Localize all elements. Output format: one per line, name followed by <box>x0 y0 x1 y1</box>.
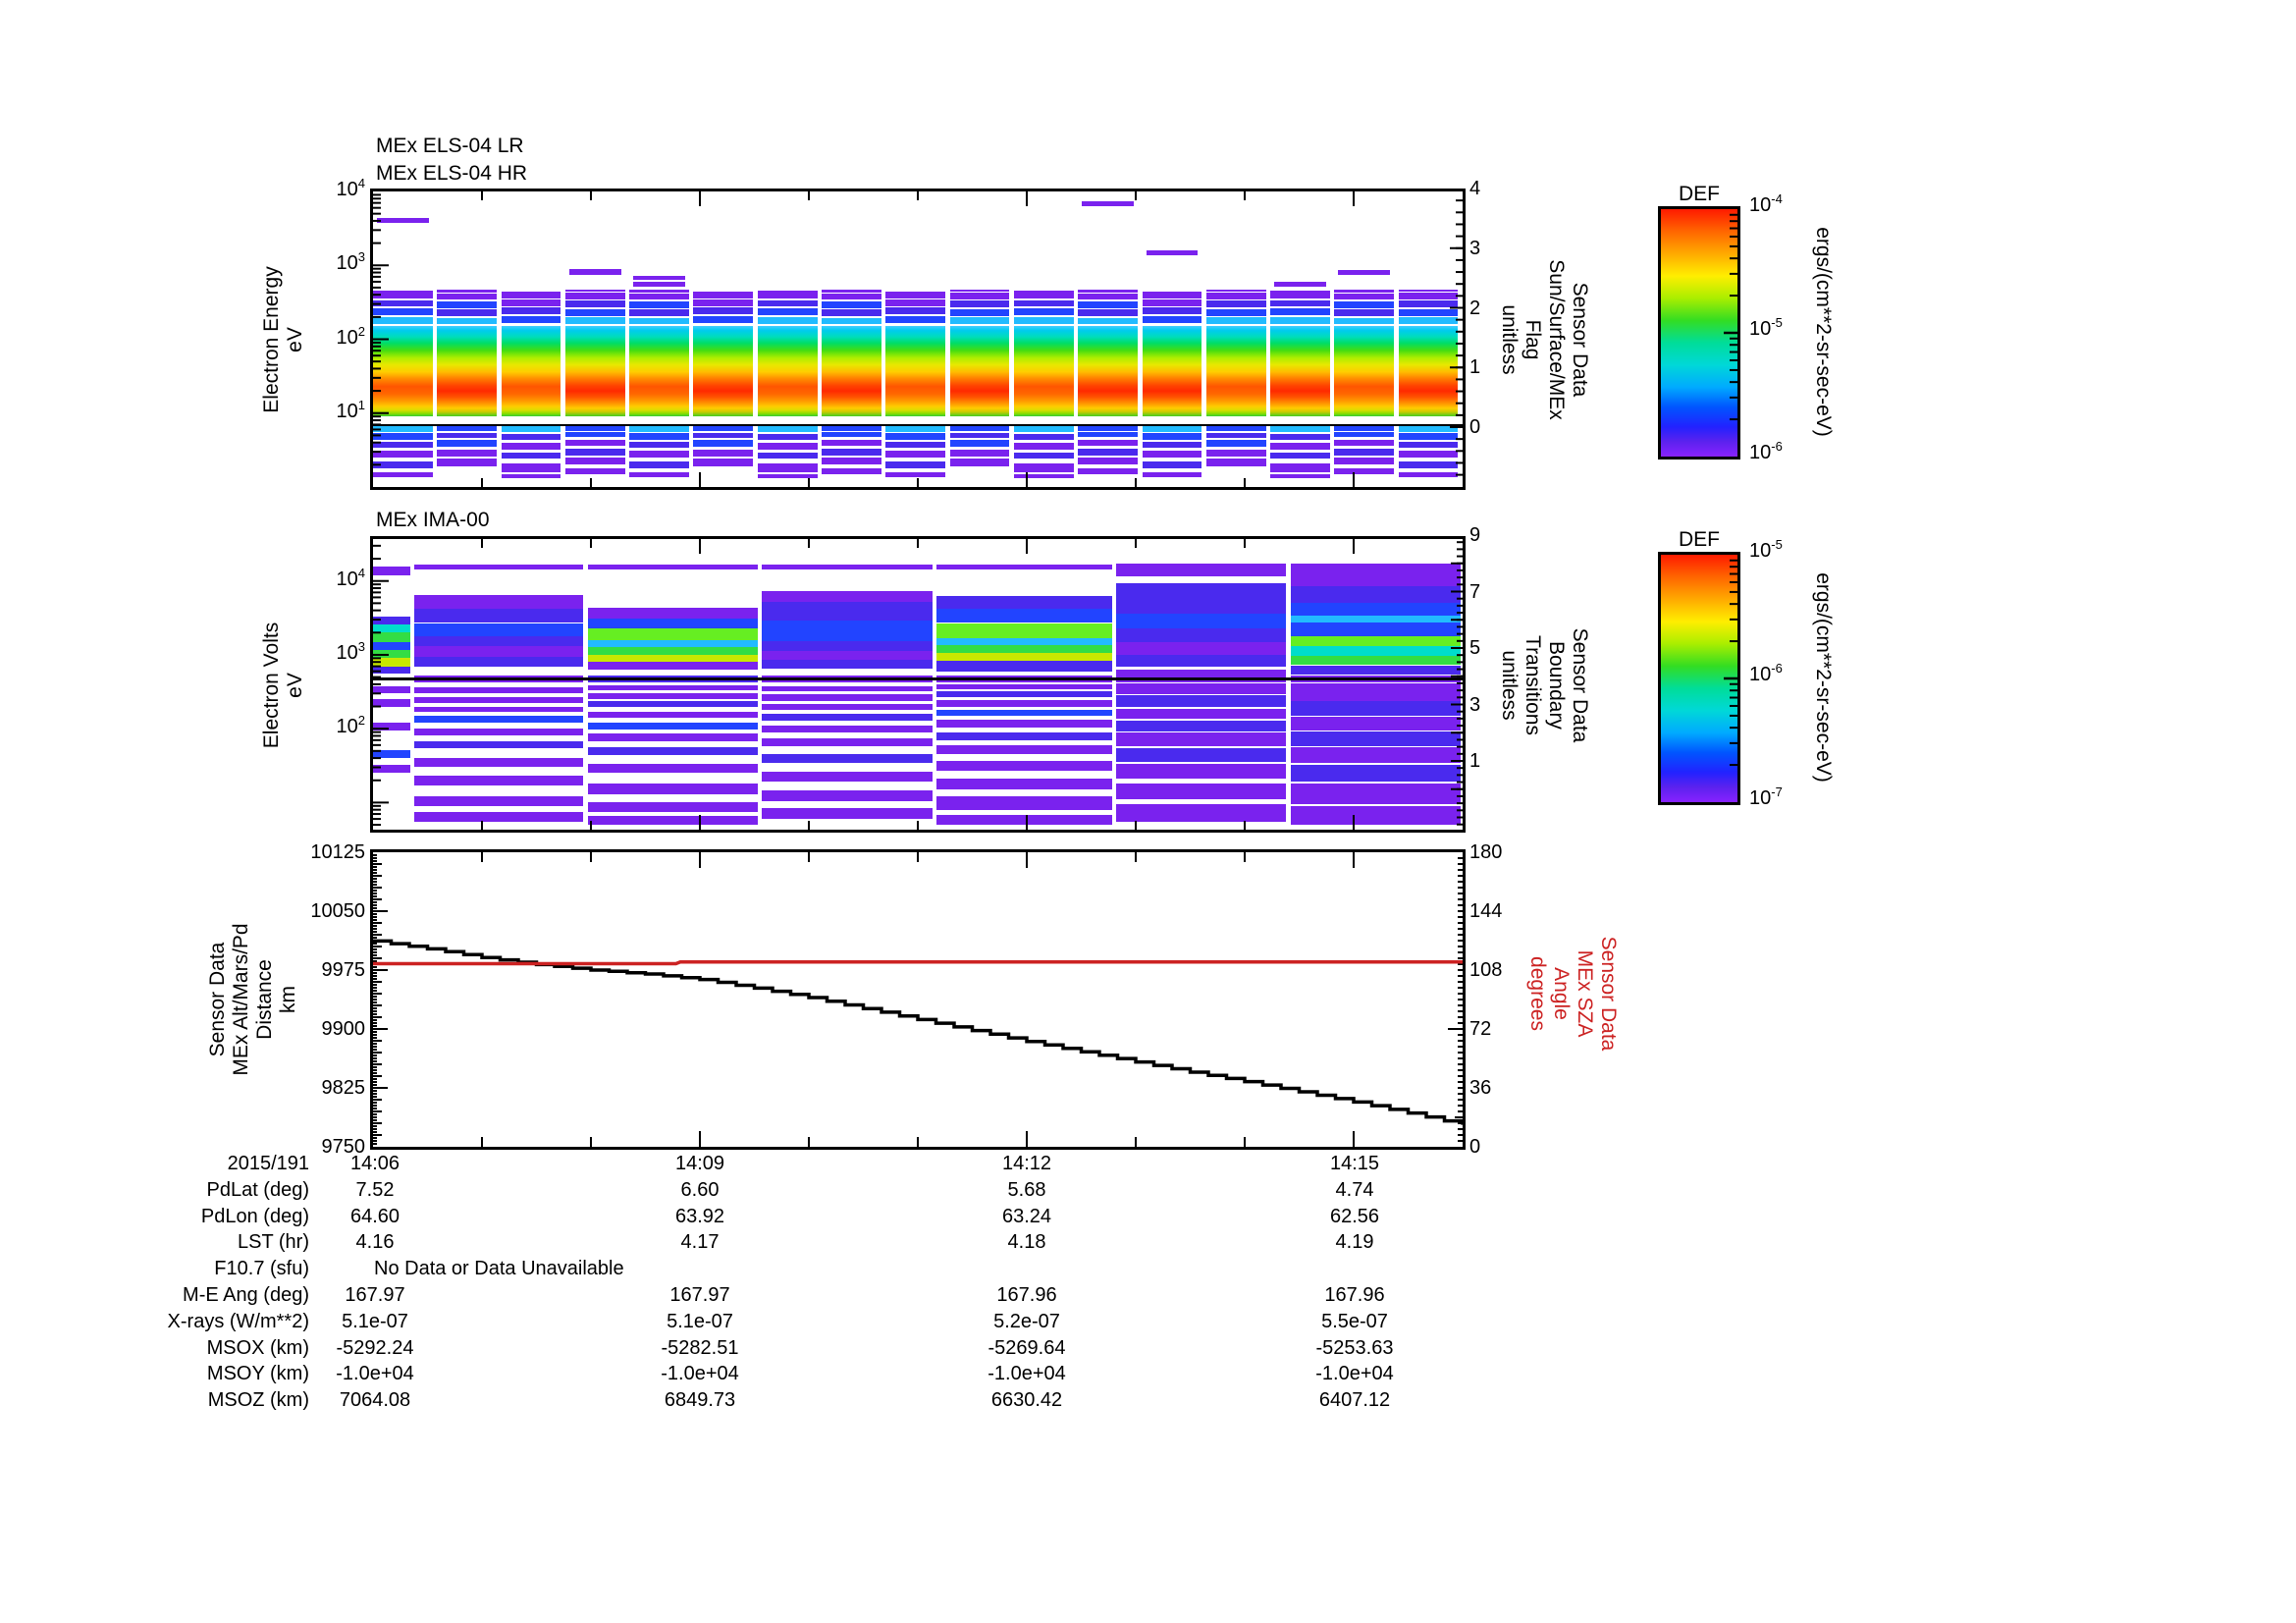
table-cell-value: -1.0e+04 <box>661 1363 739 1385</box>
table-cell-value: 5.2e-07 <box>993 1310 1060 1332</box>
table-cell-value: 5.68 <box>1007 1178 1046 1201</box>
table-row-label: MSOZ (km) <box>207 1389 309 1412</box>
table-cell-value: 167.97 <box>345 1284 405 1306</box>
table-row-label: PdLat (deg) <box>206 1178 309 1201</box>
table-cell-value: 6849.73 <box>664 1389 736 1412</box>
table-cell-value: 4.19 <box>1335 1231 1374 1254</box>
table-cell-value: 167.97 <box>669 1284 730 1306</box>
table-cell-value: 14:15 <box>1329 1153 1380 1174</box>
table-cell-value: 5.1e-07 <box>667 1310 733 1332</box>
table-cell-value: 5.5e-07 <box>1321 1310 1388 1332</box>
table-row-label: 2015/191 <box>227 1153 309 1174</box>
table-cell-value: 14:06 <box>349 1153 400 1174</box>
table-row-label: M-E Ang (deg) <box>183 1284 309 1306</box>
colorbar2-tick-label: 10-7 <box>1749 784 1783 809</box>
table-cell-value: -1.0e+04 <box>988 1363 1066 1385</box>
table-cell-value: 63.92 <box>674 1205 725 1227</box>
table-row-label: X-rays (W/m**2) <box>167 1310 309 1332</box>
table-cell-value: 62.56 <box>1329 1205 1380 1227</box>
table-row-label: LST (hr) <box>238 1231 309 1254</box>
table-cell-value: -5292.24 <box>336 1336 414 1359</box>
table-cell-value: 64.60 <box>349 1205 400 1227</box>
table-row-label: MSOX (km) <box>206 1336 309 1359</box>
table-cell-value: 14:09 <box>674 1153 725 1174</box>
colorbar2-tick-label: 10-6 <box>1749 661 1783 685</box>
table-cell-value: -5269.64 <box>988 1336 1066 1359</box>
table-cell-value: 6630.42 <box>990 1389 1063 1412</box>
table-cell-value: 6.60 <box>680 1178 720 1201</box>
table-row-label: F10.7 (sfu) <box>214 1258 309 1280</box>
table-cell-value: 4.16 <box>355 1231 395 1254</box>
table-cell-value: 4.18 <box>1007 1231 1046 1254</box>
table-cell-value: 7.52 <box>355 1178 395 1201</box>
table-cell-value: 6407.12 <box>1318 1389 1391 1412</box>
ephemeris-table: 2015/191 14:06 14:09 14:12 14:15 PdLat (deg) 7… <box>0 0 2296 1623</box>
colorbar1-tick-label: 10-5 <box>1749 315 1783 340</box>
table-cell-value: 14:12 <box>1001 1153 1052 1174</box>
table-cell-value: 63.24 <box>1001 1205 1052 1227</box>
table-row-label: MSOY (km) <box>206 1363 309 1385</box>
table-cell-value: -5282.51 <box>661 1336 739 1359</box>
no-data-message: No Data or Data Unavailable <box>374 1258 624 1280</box>
table-cell-value: 4.74 <box>1335 1178 1374 1201</box>
table-row-label: PdLon (deg) <box>200 1205 309 1227</box>
colorbar2-tick-label: 10-5 <box>1749 537 1783 562</box>
colorbar1-tick-label: 10-4 <box>1749 191 1783 216</box>
table-cell-value: 7064.08 <box>339 1389 411 1412</box>
table-cell-value: -5253.63 <box>1315 1336 1394 1359</box>
table-cell-value: 167.96 <box>1324 1284 1385 1306</box>
table-cell-value: 5.1e-07 <box>342 1310 408 1332</box>
table-cell-value: 4.17 <box>680 1231 720 1254</box>
table-cell-value: 167.96 <box>996 1284 1057 1306</box>
mex-quicklook-plot-page: MEx ELS-04 LR MEx ELS-04 HR MEx IMA-00 D… <box>0 0 2296 1623</box>
table-cell-value: -1.0e+04 <box>336 1363 414 1385</box>
colorbar1-tick-label: 10-6 <box>1749 439 1783 463</box>
table-cell-value: -1.0e+04 <box>1315 1363 1394 1385</box>
